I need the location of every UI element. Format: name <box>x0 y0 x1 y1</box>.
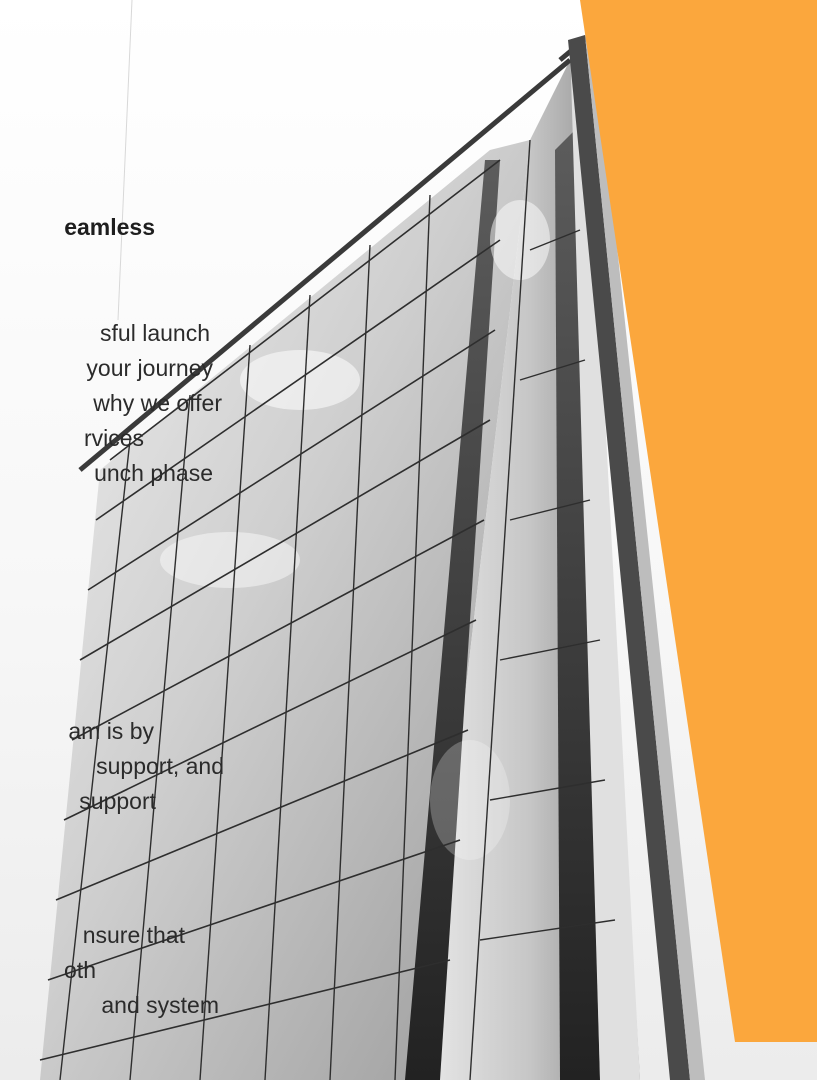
paragraph-2-line-1: am is by <box>68 718 154 744</box>
paragraph-1-line-4: rvices <box>83 425 144 451</box>
paragraph-1-line-2: your journey <box>86 355 213 381</box>
paragraph-2-line-3: support <box>79 788 156 814</box>
paragraph-3-line-2: oth <box>64 957 96 983</box>
paragraph-3-line-3: and system <box>101 992 219 1018</box>
paragraph-2-line-2: support, and <box>96 753 224 779</box>
paragraph-1-line-1: sful launch <box>100 320 210 346</box>
paragraph-1-line-5: unch phase <box>94 460 213 486</box>
page-canvas: eamless sful launch your journey why we … <box>0 0 817 1080</box>
content-text-column: eamless sful launch your journey why we … <box>0 0 230 1080</box>
paragraph-1-line-3: why we offer <box>93 390 222 416</box>
section-heading-fragment: eamless <box>64 214 155 240</box>
paragraph-3-line-1: nsure that <box>82 922 185 948</box>
